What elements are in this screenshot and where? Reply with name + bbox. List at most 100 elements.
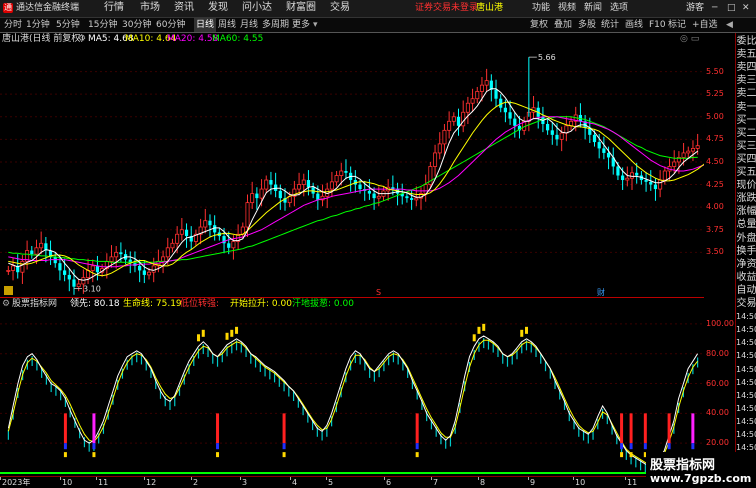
tab-more[interactable]: 更多 [292,18,310,32]
side-panel-item[interactable]: 外盘 [736,232,756,245]
candle-body [264,179,269,190]
side-panel-item[interactable]: 涨幅 [736,205,756,218]
candle-body [175,233,180,244]
side-panel-item[interactable]: 买三 [736,140,756,153]
indicator-chart[interactable] [0,309,704,476]
low-signal-bar [415,413,419,444]
menu-shichang[interactable]: 市场 [140,2,160,14]
side-panel-item[interactable]: 净资 [736,258,756,271]
tool-duogu[interactable]: 多股 [578,18,596,32]
side-panel-item[interactable]: 卖三 [736,74,756,87]
tool-diejia[interactable]: 叠加 [554,18,572,32]
side-panel-item[interactable]: 14:50 [736,376,756,389]
candle-body [461,111,466,127]
minimize-icon[interactable]: ─ [712,2,717,14]
candle-body [278,190,282,199]
side-panel-item[interactable]: 卖二 [736,87,756,100]
tab-fenshi[interactable]: 分时 [4,18,22,32]
side-panel-item[interactable]: 交易 [736,297,756,310]
menu-gongneng[interactable]: 功能 [532,2,550,14]
low-signal-bar [63,413,67,444]
peak-signal-bar [477,326,481,334]
window-controls-icon[interactable]: ◎ ▭ [680,33,699,45]
side-panel-item[interactable]: 14:50 [736,363,756,376]
side-panel-item[interactable]: 14:50 [736,428,756,441]
side-panel-item[interactable]: 卖五 [736,48,756,61]
indicator-axis-tick: 60.00 [706,378,729,388]
watermark: 股票指标网 www.7gpzb.com [646,452,756,487]
candle-body [508,112,512,119]
date-axis: 2023年10111223456789101112 [0,476,704,488]
min-price-label: 3.10 [83,284,101,293]
tab-daily[interactable]: 日线 [194,18,217,32]
side-panel-item[interactable]: 总量 [736,218,756,231]
side-panel-item[interactable]: 14:50 [736,402,756,415]
tool-add-watchlist[interactable]: +自选 [692,18,718,32]
candle-body [203,220,208,228]
low-signal-bar [667,413,671,444]
tool-fuquan[interactable]: 复权 [530,18,548,32]
peak-signal-bar [197,334,201,342]
tab-1min[interactable]: 1分钟 [26,18,50,32]
guest-label[interactable]: 游客 [686,2,704,14]
candle-body [635,172,639,176]
side-panel-item[interactable]: 委比 [736,35,756,48]
menu-zixun[interactable]: 资讯 [174,2,194,14]
menu-caifuquan[interactable]: 财富圈 [286,2,316,14]
side-panel-item[interactable]: 14:50 [736,310,756,323]
tab-multi-period[interactable]: 多周期 [262,18,289,32]
menu-xinwen[interactable]: 新闻 [584,2,602,14]
side-panel-item[interactable]: 买五 [736,166,756,179]
tool-tongji[interactable]: 统计 [601,18,619,32]
price-axis-tick: 3.75 [706,224,724,234]
side-panel-item[interactable]: 买二 [736,127,756,140]
menu-faxian[interactable]: 发现 [208,2,228,14]
candle-body [470,98,475,104]
menu-jiaoyi[interactable]: 交易 [330,2,350,14]
chevron-down-icon[interactable]: ▾ [313,18,318,32]
side-panel-item[interactable]: 卖四 [736,61,756,74]
side-panel-item[interactable]: 买四 [736,153,756,166]
login-notice[interactable]: 证券交易未登录 [415,2,478,14]
side-panel-item[interactable]: 收益 [736,271,756,284]
side-panel-item[interactable]: 14:50 [736,323,756,336]
low-signal-bar [643,413,647,444]
candle-body [690,148,695,152]
low-signal-base [92,443,96,450]
close-icon[interactable]: ✕ [742,2,750,14]
side-panel-item[interactable]: 换手 [736,245,756,258]
peak-signal-bar [472,334,476,342]
side-panel-item[interactable]: 14:50 [736,415,756,428]
candle-body [334,175,339,183]
side-panel-item[interactable]: 14:50 [736,349,756,362]
collapse-arrow-icon[interactable]: ◀ [726,18,733,32]
side-panel-item[interactable]: 现价 [736,179,756,192]
date-axis-tickmark [528,477,529,480]
tab-monthly[interactable]: 月线 [240,18,258,32]
maximize-icon[interactable]: □ [727,2,736,14]
marker-cai: 财 [597,287,605,297]
tool-biaoji[interactable]: 标记 [668,18,686,32]
tab-30min[interactable]: 30分钟 [122,18,151,32]
tool-f10[interactable]: F10 [649,18,666,32]
tool-huaxian[interactable]: 画线 [625,18,643,32]
candle-body [550,130,554,135]
price-chart[interactable]: 5.66 3.10 S 财 [0,45,704,297]
peak-signal-bar [525,326,528,334]
side-panel-item[interactable]: 涨跌 [736,192,756,205]
side-panel-item[interactable]: 买一 [736,114,756,127]
tab-5min[interactable]: 5分钟 [56,18,80,32]
tab-60min[interactable]: 60分钟 [156,18,185,32]
app-logo-icon: 通 [3,3,13,13]
side-panel-item[interactable]: 卖一 [736,101,756,114]
menu-xuanxiang[interactable]: 选项 [610,2,628,14]
menu-wenxiaoda[interactable]: 问小达 [242,2,272,14]
menu-shipin[interactable]: 视频 [558,2,576,14]
tab-15min[interactable]: 15分钟 [88,18,117,32]
side-panel-item[interactable]: 自动 [736,284,756,297]
menu-hangqing[interactable]: 行情 [104,2,124,14]
side-panel-item[interactable]: 14:50 [736,389,756,402]
side-panel-item[interactable]: 14:50 [736,336,756,349]
tab-weekly[interactable]: 周线 [218,18,236,32]
settings-gear-icon[interactable]: ⚙ [78,33,86,45]
